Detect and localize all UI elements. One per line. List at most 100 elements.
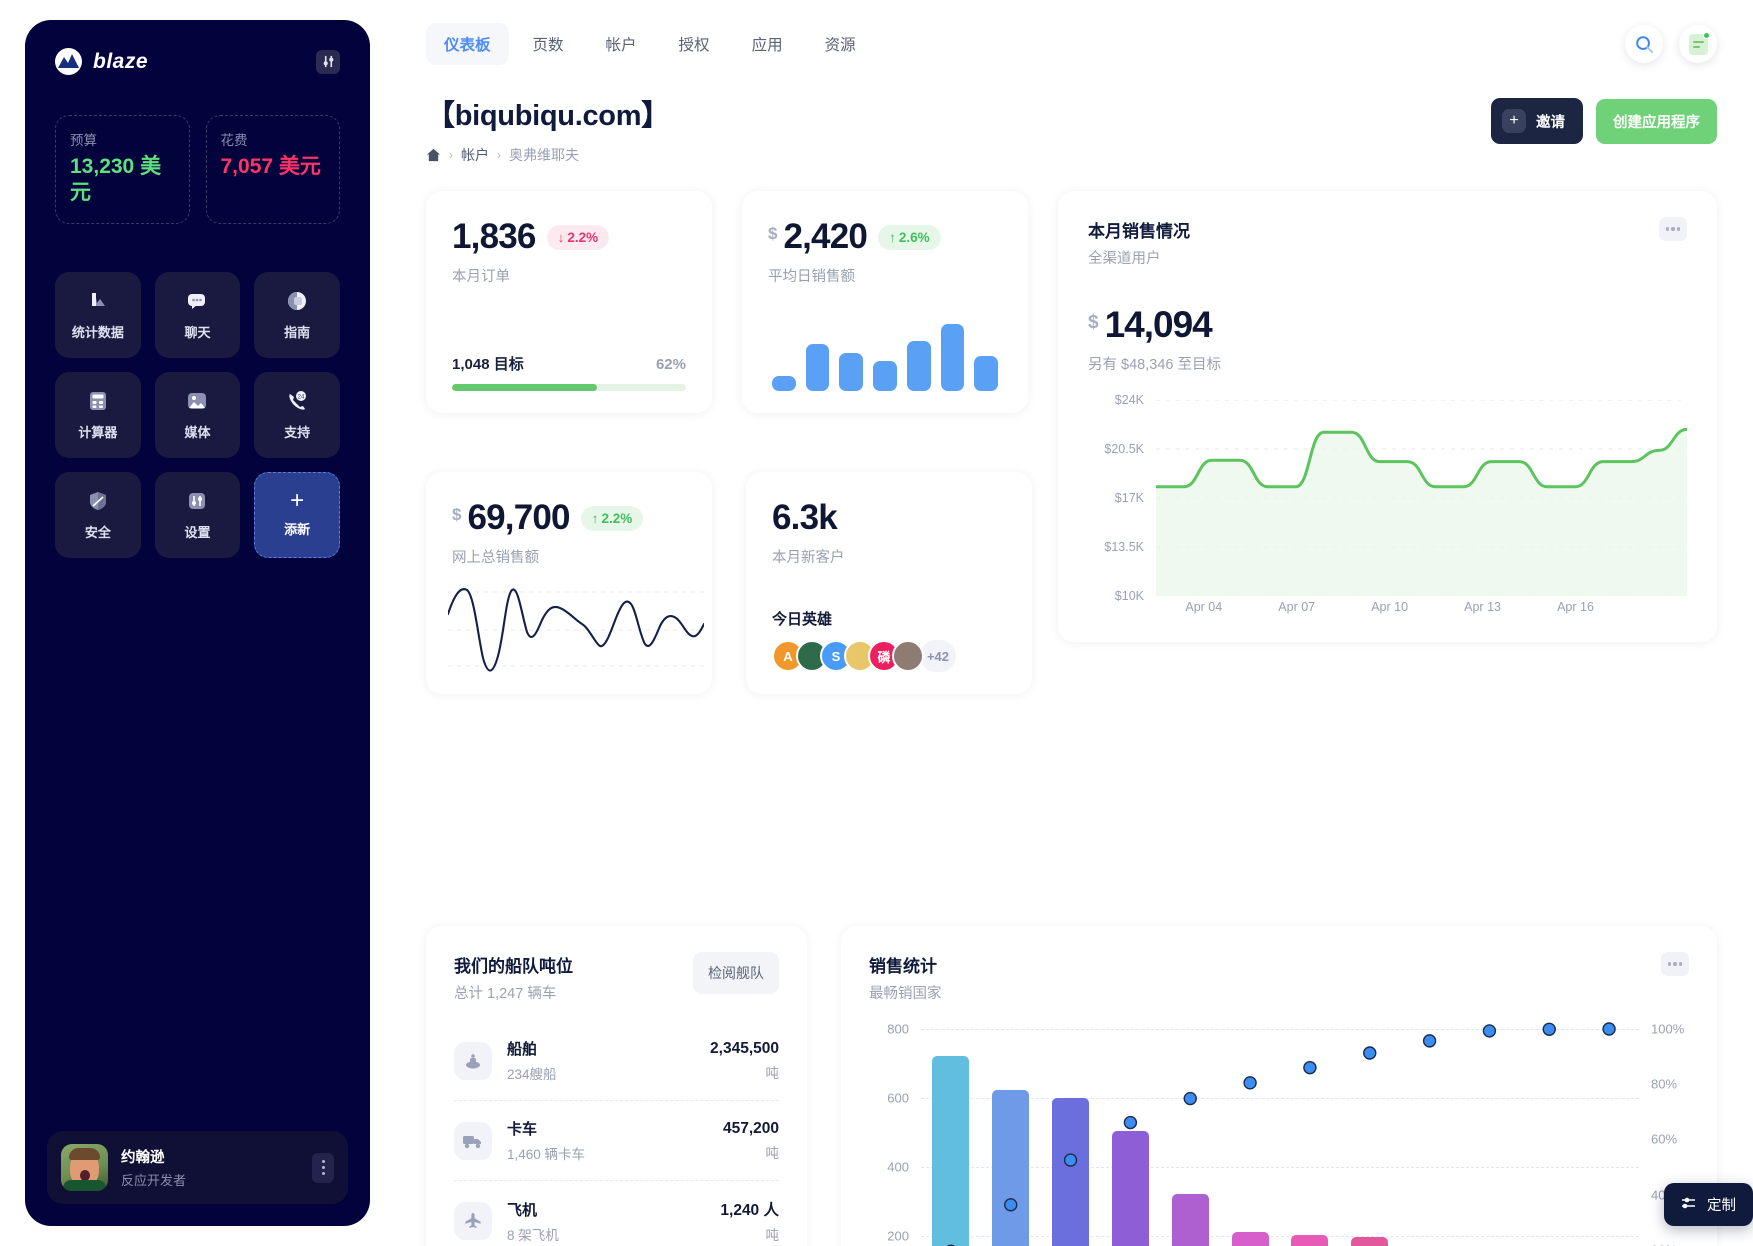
- area-chart-plot: [1156, 400, 1687, 596]
- sidebar-item-label: 安全: [84, 525, 111, 540]
- spend-card: 花费 7,057 美元: [205, 115, 340, 224]
- area-chart: $24K $20.5K $17K $13.5K $10K Apr 04 Apr 07 Apr…: [1088, 393, 1687, 622]
- breadcrumb-item-account[interactable]: 帐户: [461, 145, 489, 165]
- tab-apps[interactable]: 应用: [734, 23, 801, 65]
- sidebar-item-label: 支持: [284, 425, 311, 440]
- sidebar-item-label: 统计数据: [71, 325, 124, 340]
- sliders-icon[interactable]: [316, 49, 340, 74]
- left-y-tick-label: 800: [887, 1021, 909, 1037]
- sidebar-item-chat[interactable]: 聊天: [154, 271, 241, 358]
- sidebar-item-label: 媒体: [184, 425, 211, 440]
- calculator-icon: [85, 388, 111, 414]
- sidebar-item-label: 添新: [284, 522, 311, 537]
- trend-up-icon: ↑: [889, 229, 896, 245]
- sidebar-item-guide[interactable]: 指南: [254, 271, 340, 358]
- card-subtitle: 总计 1,247 辆车: [454, 986, 557, 1002]
- breadcrumb: › 帐户 › 奥弗维耶夫: [426, 145, 670, 165]
- left-y-tick-label: 200: [887, 1228, 909, 1244]
- fleet-row[interactable]: 飞机 8 架飞机 1,240 人 吨: [454, 1181, 779, 1246]
- tab-dashboard[interactable]: 仪表板: [426, 23, 509, 65]
- invite-button[interactable]: + 邀请: [1491, 98, 1583, 144]
- create-app-button[interactable]: 创建应用程序: [1596, 98, 1717, 144]
- avatar-overflow-count[interactable]: +42: [920, 640, 956, 672]
- fleet-row[interactable]: 卡车 1,460 辆卡车 457,200 吨: [454, 1101, 779, 1181]
- currency-symbol: $: [768, 224, 778, 243]
- sidebar-user-card[interactable]: 约翰逊 反应开发者: [47, 1131, 348, 1204]
- status-badge: ↓ 2.2%: [546, 224, 610, 250]
- mini-bar: [772, 375, 796, 391]
- sidebar-item-security[interactable]: 安全: [55, 471, 141, 558]
- card-title: 我们的船队吨位: [454, 957, 573, 976]
- fleet-list: 船舶 234艘船 2,345,500 吨 卡车 1,460 辆卡车 457,20…: [454, 1021, 779, 1246]
- ship-icon: [454, 1041, 492, 1080]
- tab-auth[interactable]: 授权: [661, 23, 728, 65]
- trend-up-icon: ↑: [591, 510, 599, 526]
- left-y-tick-label: 400: [887, 1159, 909, 1175]
- more-horizontal-icon[interactable]: [1659, 217, 1687, 241]
- sidebar-item-support[interactable]: 24 支持: [254, 371, 340, 458]
- fleet-value: 457,200: [722, 1119, 779, 1137]
- left-y-tick-label: 600: [887, 1090, 909, 1106]
- breadcrumb-item-current: 奥弗维耶夫: [509, 147, 579, 163]
- card-online-sales: $ 69,700 ↑ 2.2% 网上总销售额: [426, 472, 712, 694]
- review-fleet-button[interactable]: 检阅舰队: [693, 952, 779, 994]
- budget-value: 13,230 美元: [70, 155, 162, 205]
- tab-accounts[interactable]: 帐户: [588, 23, 655, 65]
- tab-resources[interactable]: 资源: [807, 23, 874, 65]
- pareto-chart: 0200400600800 0%20%40%60%80%100% USUKChi…: [869, 1022, 1689, 1246]
- sidebar-item-label: 聊天: [184, 325, 211, 340]
- sidebar-item-stats[interactable]: 统计数据: [55, 271, 141, 358]
- card-new-customers: 6.3k 本月新客户 今日英雄 A S 磷 +42: [746, 472, 1032, 694]
- home-icon[interactable]: [426, 148, 441, 162]
- online-delta: 2.2%: [601, 510, 633, 526]
- search-icon[interactable]: [1625, 25, 1663, 63]
- sidebar-item-media[interactable]: 媒体: [154, 371, 241, 458]
- orders-label: 本月订单: [452, 269, 510, 285]
- sidebar: blaze 预算 13,230 美元 花费 7,057 美元 统计数据 聊天 指…: [25, 20, 370, 1226]
- customize-button[interactable]: 定制: [1664, 1183, 1753, 1226]
- daily-bar-sparkline: [768, 315, 1002, 391]
- status-badge: ↑ 2.6%: [878, 224, 941, 250]
- sidebar-item-add-new[interactable]: + 添新: [254, 471, 340, 558]
- avatar[interactable]: [892, 640, 924, 672]
- right-y-tick-label: 100%: [1651, 1021, 1685, 1037]
- x-tick-label: Apr 16: [1557, 600, 1594, 614]
- top-actions: [1625, 25, 1717, 63]
- notification-badge: [1703, 32, 1710, 39]
- fleet-meta: 234艘船: [507, 1067, 557, 1082]
- main-content: 仪表板 页数 帐户 授权 应用 资源 【biqubiqu.com】 › 帐户 ›…: [370, 0, 1753, 1246]
- card-orders: 1,836 ↓ 2.2% 本月订单 1,048 目标 62%: [426, 191, 712, 413]
- trend-down-icon: ↓: [557, 229, 565, 245]
- page-title: 【biqubiqu.com】: [426, 100, 670, 132]
- media-icon: [184, 388, 210, 414]
- card-subtitle: 最畅销国家: [869, 986, 942, 1002]
- page-header: 【biqubiqu.com】 › 帐户 › 奥弗维耶夫 + 邀请 创建应用程序: [426, 92, 1717, 165]
- plane-icon: [454, 1202, 492, 1240]
- online-value-row: $ 69,700 ↑ 2.2%: [452, 498, 686, 538]
- orders-value-row: 1,836 ↓ 2.2%: [452, 217, 686, 257]
- sidebar-item-label: 计算器: [78, 425, 118, 440]
- sidebar-item-calculator[interactable]: 计算器: [55, 371, 141, 458]
- y-tick-label: $24K: [1114, 393, 1144, 407]
- brand[interactable]: blaze: [55, 48, 148, 75]
- plus-icon: +: [290, 487, 305, 514]
- fleet-row[interactable]: 船舶 234艘船 2,345,500 吨: [454, 1021, 779, 1101]
- chat-icon: [184, 288, 210, 314]
- status-badge: ↑ 2.2%: [580, 505, 644, 531]
- monthly-sales-amount: $ 14,094: [1088, 304, 1687, 346]
- sidebar-item-settings[interactable]: 设置: [154, 471, 241, 558]
- notifications-button[interactable]: [1679, 25, 1717, 63]
- sliders-icon: [184, 488, 210, 514]
- monthly-sales-value: 14,094: [1104, 304, 1213, 345]
- mini-bar: [873, 360, 897, 391]
- right-y-tick-label: 60%: [1651, 1131, 1678, 1147]
- goal-note: 另有 $48,346 至目标: [1088, 357, 1221, 373]
- orders-target-percent: 62%: [655, 356, 686, 373]
- card-sales-statistics: 销售统计 最畅销国家 0200400600800 0%20%40%60%80%1…: [841, 926, 1717, 1246]
- tab-pages[interactable]: 页数: [515, 23, 582, 65]
- x-axis-ticks: Apr 04 Apr 07 Apr 10 Apr 13 Apr 16: [1156, 600, 1687, 622]
- breadcrumb-separator: ›: [449, 148, 453, 162]
- kebab-menu-icon[interactable]: [312, 1152, 334, 1183]
- fleet-unit: 吨: [765, 1065, 780, 1081]
- more-horizontal-icon[interactable]: [1661, 952, 1689, 976]
